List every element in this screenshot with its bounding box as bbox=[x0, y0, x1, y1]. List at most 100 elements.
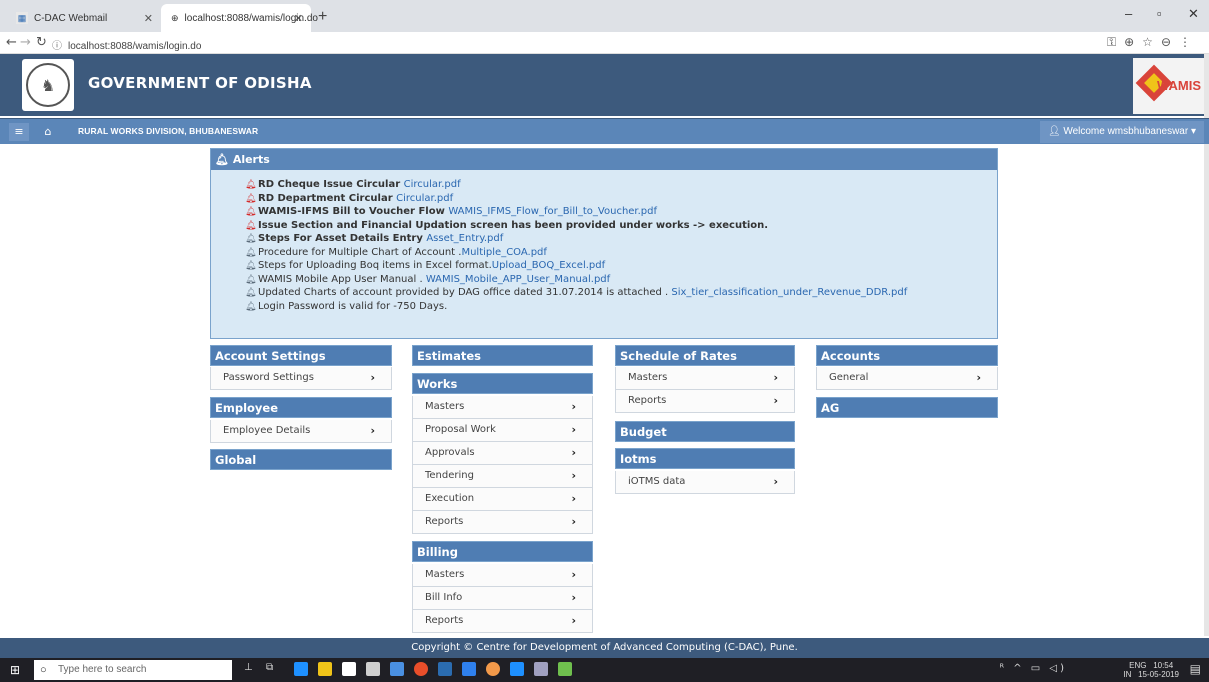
panel-employee[interactable]: Employee bbox=[210, 397, 392, 418]
alert-text: RD Department Circular bbox=[258, 192, 397, 204]
browser-tab-wamis[interactable]: ⊕ localhost:8088/wamis/login.do ✕ bbox=[161, 4, 318, 32]
menu-item-label: General bbox=[829, 372, 869, 383]
chevron-right-icon: › bbox=[571, 469, 576, 482]
panel-account-settings[interactable]: Account Settings bbox=[210, 345, 392, 366]
panel-iotms[interactable]: Iotms bbox=[615, 448, 795, 469]
alert-link[interactable]: Upload_BOQ_Excel.pdf bbox=[492, 260, 605, 271]
chevron-right-icon: › bbox=[571, 446, 576, 459]
menu-item-masters[interactable]: Masters › bbox=[615, 367, 795, 390]
alert-link[interactable]: Six_tier_classification_under_Revenue_DD… bbox=[671, 287, 907, 298]
alert-list: 🔔︎ RD Cheque Issue Circular Circular.pdf 🔔… bbox=[211, 170, 997, 313]
restore-icon[interactable]: ▫ bbox=[1157, 6, 1162, 21]
alert-link[interactable]: Circular.pdf bbox=[396, 193, 453, 204]
info-icon[interactable]: ⓘ bbox=[52, 41, 62, 52]
menu-item-reports[interactable]: Reports › bbox=[412, 511, 593, 534]
windows-start-icon[interactable]: ⊞ bbox=[10, 663, 20, 677]
menu-item-masters[interactable]: Masters › bbox=[412, 564, 593, 587]
browser-tab-bar: ▦ C-DAC Webmail ✕ ⊕ localhost:8088/wamis… bbox=[0, 0, 1209, 32]
panel-schedule-of-rates[interactable]: Schedule of Rates bbox=[615, 345, 795, 366]
panel-accounts[interactable]: Accounts bbox=[816, 345, 998, 366]
close-tab-icon[interactable]: ✕ bbox=[144, 12, 153, 25]
system-tray-icons[interactable]: ᴿ ^ ▭ ◁) bbox=[1000, 663, 1067, 674]
store-icon[interactable] bbox=[342, 662, 356, 676]
close-tab-icon[interactable]: ✕ bbox=[294, 12, 303, 25]
app-icon[interactable] bbox=[558, 662, 572, 676]
menu-item-general[interactable]: General › bbox=[816, 367, 998, 390]
task-view-icon[interactable]: ⧉ bbox=[266, 662, 280, 676]
alert-link[interactable]: Asset_Entry.pdf bbox=[426, 233, 503, 244]
alert-item: 🔔︎ Procedure for Multiple Chart of Accoun… bbox=[245, 246, 997, 260]
alerts-header: 🔔︎ Alerts bbox=[211, 149, 997, 170]
browser-tab-webmail[interactable]: ▦ C-DAC Webmail ✕ bbox=[6, 4, 161, 32]
menu-item-proposal-work[interactable]: Proposal Work › bbox=[412, 419, 593, 442]
minimize-icon[interactable]: – bbox=[1125, 6, 1132, 21]
new-tab-button[interactable]: + bbox=[318, 8, 327, 26]
menu-item-label: Bill Info bbox=[425, 592, 463, 603]
chevron-right-icon: › bbox=[571, 591, 576, 604]
menu-item-label: Proposal Work bbox=[425, 424, 496, 435]
home-icon[interactable]: ⌂ bbox=[38, 123, 58, 141]
alert-item: 🔔︎ WAMIS-IFMS Bill to Voucher Flow WAMIS_… bbox=[245, 205, 997, 219]
forward-icon[interactable]: → bbox=[20, 35, 31, 50]
user-menu-button[interactable]: 👤︎ Welcome wmsbhubaneswar ▾ bbox=[1039, 121, 1204, 143]
chevron-right-icon: › bbox=[571, 515, 576, 528]
bell-icon: 🔔︎ bbox=[245, 234, 257, 244]
edge-icon[interactable] bbox=[294, 662, 308, 676]
firefox-icon[interactable] bbox=[486, 662, 500, 676]
clock-date: 15-05-2019 bbox=[1138, 670, 1179, 679]
alert-link[interactable]: WAMIS_IFMS_Flow_for_Bill_to_Voucher.pdf bbox=[448, 206, 657, 217]
internet-explorer-icon[interactable] bbox=[510, 662, 524, 676]
chevron-right-icon: › bbox=[370, 371, 375, 384]
microphone-icon[interactable]: ⊥ bbox=[244, 662, 258, 676]
menu-item-reports[interactable]: Reports › bbox=[615, 390, 795, 413]
alert-link[interactable]: Circular.pdf bbox=[404, 179, 461, 190]
bell-icon: 🔔︎ bbox=[215, 153, 229, 166]
menu-item-bill-info[interactable]: Bill Info › bbox=[412, 587, 593, 610]
back-icon[interactable]: ← bbox=[6, 35, 17, 50]
chrome-icon[interactable] bbox=[414, 662, 428, 676]
chevron-right-icon: › bbox=[773, 475, 778, 488]
welcome-text: Welcome wmsbhubaneswar bbox=[1063, 126, 1189, 137]
taskbar-search-box[interactable]: ○ Type here to search bbox=[34, 660, 232, 680]
alert-item: 🔔︎ Steps for Uploading Boq items in Excel… bbox=[245, 259, 997, 273]
menu-item-label: Execution bbox=[425, 493, 475, 504]
alert-text: WAMIS-IFMS Bill to Voucher Flow bbox=[258, 206, 449, 217]
address-bar-icons[interactable]: ⚿⊕☆⊖⋮ bbox=[1107, 35, 1199, 50]
chevron-right-icon: › bbox=[571, 568, 576, 581]
panel-billing[interactable]: Billing bbox=[412, 541, 593, 562]
app-icon[interactable] bbox=[438, 662, 452, 676]
reload-icon[interactable]: ↻ bbox=[36, 35, 47, 50]
menu-item-tendering[interactable]: Tendering › bbox=[412, 465, 593, 488]
notification-icon[interactable]: ▤ bbox=[1190, 662, 1201, 676]
panel-global[interactable]: Global bbox=[210, 449, 392, 470]
menu-item-employee-details[interactable]: Employee Details › bbox=[210, 420, 392, 443]
alert-text: Issue Section and Financial Updation scr… bbox=[258, 219, 769, 231]
alert-link[interactable]: WAMIS_Mobile_APP_User_Manual.pdf bbox=[426, 274, 610, 285]
menu-item-execution[interactable]: Execution › bbox=[412, 488, 593, 511]
system-clock[interactable]: ENG 10:54 IN 15-05-2019 bbox=[1123, 661, 1179, 679]
app-icon[interactable] bbox=[390, 662, 404, 676]
menu-item-password-settings[interactable]: Password Settings › bbox=[210, 367, 392, 390]
panel-estimates[interactable]: Estimates bbox=[412, 345, 593, 366]
panel-budget[interactable]: Budget bbox=[615, 421, 795, 442]
mail-icon[interactable] bbox=[366, 662, 380, 676]
menu-toggle-icon[interactable]: ≡ bbox=[9, 123, 29, 141]
app-icon[interactable] bbox=[462, 662, 476, 676]
panel-works[interactable]: Works bbox=[412, 373, 593, 394]
close-window-icon[interactable]: ✕ bbox=[1188, 6, 1199, 22]
menu-item-iotms-data[interactable]: iOTMS data › bbox=[615, 471, 795, 494]
wamis-logo: WAMIS bbox=[1133, 58, 1205, 114]
menu-item-masters[interactable]: Masters › bbox=[412, 396, 593, 419]
bell-icon: 🔔︎ bbox=[245, 207, 257, 217]
alert-link[interactable]: Multiple_COA.pdf bbox=[461, 247, 546, 258]
chevron-right-icon: › bbox=[370, 424, 375, 437]
alert-item: 🔔︎ Updated Charts of account provided by … bbox=[245, 286, 997, 300]
menu-item-label: Masters bbox=[425, 569, 465, 580]
app-icon[interactable] bbox=[534, 662, 548, 676]
menu-item-reports[interactable]: Reports › bbox=[412, 610, 593, 633]
url-field[interactable]: ⓘ localhost:8088/wamis/login.do bbox=[52, 37, 201, 52]
menu-item-approvals[interactable]: Approvals › bbox=[412, 442, 593, 465]
menu-item-label: Masters bbox=[628, 372, 668, 383]
file-explorer-icon[interactable] bbox=[318, 662, 332, 676]
panel-ag[interactable]: AG bbox=[816, 397, 998, 418]
